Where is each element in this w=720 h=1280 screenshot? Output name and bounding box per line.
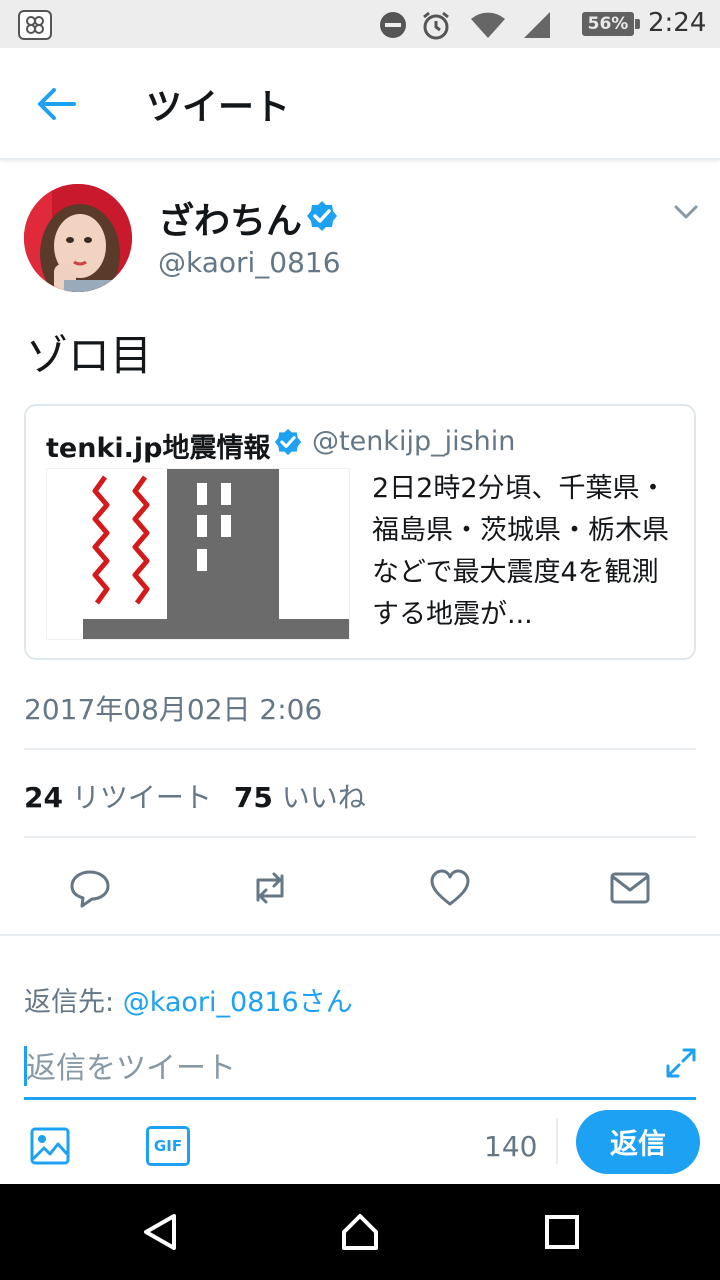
retweet-icon[interactable] xyxy=(248,866,292,910)
divider xyxy=(556,1118,558,1164)
quoted-author-handle: @tenkijp_jishin xyxy=(312,426,516,457)
notification-app-icon xyxy=(18,10,52,40)
quoted-tweet-text: 2日2時2分頃、千葉県・福島県・茨城県・栃木県などで最大震度4を観測する地震が.… xyxy=(372,473,669,630)
reply-icon[interactable] xyxy=(68,866,112,910)
divider xyxy=(24,836,696,838)
add-photo-icon[interactable] xyxy=(30,1126,70,1166)
direct-message-icon[interactable] xyxy=(608,866,652,910)
status-clock: 2:24 xyxy=(648,8,707,38)
reply-input[interactable] xyxy=(24,1040,696,1100)
home-icon[interactable] xyxy=(340,1212,380,1252)
chevron-down-icon[interactable] xyxy=(672,202,700,222)
text-cursor xyxy=(24,1046,27,1086)
alarm-icon xyxy=(423,11,449,40)
like-icon[interactable] xyxy=(428,866,472,910)
back-triangle-icon[interactable] xyxy=(140,1212,180,1252)
like-label: いいね xyxy=(281,781,366,814)
tweet-text: ゾロ目 xyxy=(26,331,153,380)
character-count: 140 xyxy=(484,1130,538,1163)
verified-badge-icon xyxy=(274,428,302,456)
status-bar: 56% 2:24 xyxy=(0,0,720,48)
author-name[interactable]: ざわちん xyxy=(158,192,302,244)
gif-button[interactable]: GIF xyxy=(146,1126,190,1166)
wifi-icon xyxy=(471,12,505,38)
do-not-disturb-icon xyxy=(380,12,406,38)
tweet-stats: 24 リツイート 75 いいね xyxy=(24,776,366,816)
quoted-tweet-card[interactable]: tenki.jp地震情報 @tenkijp_jishin 2日2時2分頃、千葉県… xyxy=(24,404,696,660)
page-title: ツイート xyxy=(146,87,291,128)
reply-to-label: 返信先: xyxy=(24,987,123,1018)
reply-submit-button[interactable]: 返信 xyxy=(576,1110,700,1174)
author-handle[interactable]: @kaori_0816 xyxy=(158,246,341,279)
battery-indicator: 56% xyxy=(582,12,640,36)
reply-to-line: 返信先: @kaori_0816さん xyxy=(24,980,353,1019)
system-navigation-bar xyxy=(0,1184,720,1280)
recents-icon[interactable] xyxy=(542,1212,582,1252)
retweets-stat[interactable]: 24 リツイート xyxy=(24,781,212,814)
like-count: 75 xyxy=(233,781,273,814)
signal-icon xyxy=(524,12,550,38)
quoted-author-name: tenki.jp地震情報 xyxy=(46,433,271,464)
verified-badge-icon xyxy=(307,201,337,231)
top-app-bar: ツイート xyxy=(0,48,720,160)
back-arrow-icon[interactable] xyxy=(34,84,78,124)
reply-to-mention[interactable]: @kaori_0816さん xyxy=(123,987,353,1018)
avatar[interactable] xyxy=(24,184,132,292)
retweet-label: リツイート xyxy=(71,781,212,814)
expand-icon[interactable] xyxy=(664,1046,698,1080)
divider xyxy=(24,748,696,750)
retweet-count: 24 xyxy=(24,781,63,814)
likes-stat[interactable]: 75 いいね xyxy=(234,781,366,814)
earthquake-building-image xyxy=(46,468,361,640)
tweet-timestamp: 2017年08月02日 2:06 xyxy=(24,693,323,726)
divider xyxy=(0,934,720,936)
